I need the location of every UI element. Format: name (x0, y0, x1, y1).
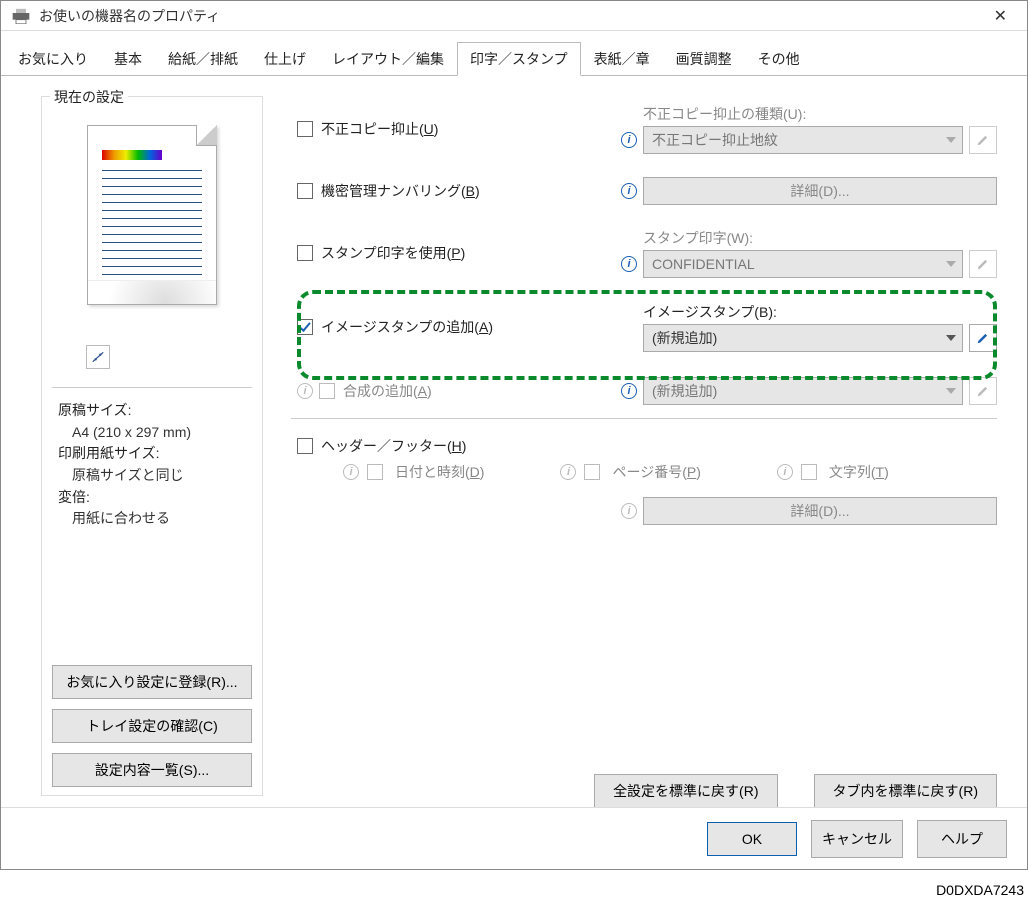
cancel-button[interactable]: キャンセル (811, 820, 903, 858)
unauth-copy-label: 不正コピー抑止(U) (321, 119, 438, 139)
tab-layout[interactable]: レイアウト／編集 (319, 42, 457, 76)
hf-page-checkbox (584, 464, 600, 480)
ok-button[interactable]: OK (707, 822, 797, 856)
tab-cover[interactable]: 表紙／章 (581, 42, 663, 76)
secure-numbering-checkbox[interactable] (297, 183, 313, 199)
dialog-footer: OK キャンセル ヘルプ (1, 807, 1027, 869)
stamp-edit-button (969, 250, 997, 278)
chevron-down-icon (946, 261, 956, 267)
unauth-type-select: 不正コピー抑止地紋 (643, 126, 963, 154)
image-stamp-label: イメージスタンプの追加(A) (321, 317, 493, 337)
current-settings-group: 現在の設定 原稿サイズ: A4 (210 x 297 mm) 印刷用紙サイ (41, 96, 263, 796)
register-favorite-button[interactable]: お気に入り設定に登録(R)... (52, 665, 252, 699)
tab-quality[interactable]: 画質調整 (663, 42, 745, 76)
stamp-print-checkbox[interactable] (297, 245, 313, 261)
info-icon[interactable]: i (621, 132, 637, 148)
reset-all-button[interactable]: 全設定を標準に戻す(R) (594, 774, 777, 808)
image-stamp-checkbox[interactable] (297, 319, 313, 335)
info-icon[interactable]: i (621, 383, 637, 399)
preview-toggle-button[interactable] (86, 345, 110, 369)
printer-properties-dialog: お使いの機器名のプロパティ ✕ お気に入り 基本 給紙／排紙 仕上げ レイアウト… (0, 0, 1028, 870)
page-preview (77, 125, 227, 335)
help-button[interactable]: ヘルプ (917, 820, 1007, 858)
hf-text-checkbox (801, 464, 817, 480)
title-bar: お使いの機器名のプロパティ ✕ (1, 1, 1027, 31)
header-footer-label: ヘッダー／フッター(H) (321, 436, 466, 456)
info-icon: i (621, 503, 637, 519)
chevron-down-icon (946, 335, 956, 341)
chevron-down-icon (946, 388, 956, 394)
tab-paper[interactable]: 給紙／排紙 (155, 42, 251, 76)
tab-other[interactable]: その他 (745, 42, 813, 76)
tab-panel: 現在の設定 原稿サイズ: A4 (210 x 297 mm) 印刷用紙サイ (1, 76, 1027, 828)
tab-favorites[interactable]: お気に入り (5, 42, 101, 76)
reset-tab-button[interactable]: タブ内を標準に戻す(R) (814, 774, 997, 808)
stamp-print-label: スタンプ印字を使用(P) (321, 243, 465, 263)
tab-strip: お気に入り 基本 給紙／排紙 仕上げ レイアウト／編集 印字／スタンプ 表紙／章… (1, 37, 1027, 76)
settings-summary: 原稿サイズ: A4 (210 x 297 mm) 印刷用紙サイズ: 原稿サイズと… (52, 400, 252, 530)
secure-detail-button: 詳細(D)... (643, 177, 997, 205)
info-icon: i (343, 464, 359, 480)
image-stamp-select[interactable]: (新規追加) (643, 324, 963, 352)
info-icon[interactable]: i (621, 256, 637, 272)
info-icon: i (297, 383, 313, 399)
unauth-edit-button (969, 126, 997, 154)
compose-checkbox (319, 383, 335, 399)
close-icon[interactable]: ✕ (984, 2, 1017, 30)
tab-stamp[interactable]: 印字／スタンプ (457, 42, 581, 76)
current-settings-label: 現在の設定 (50, 87, 128, 107)
tab-basic[interactable]: 基本 (101, 42, 155, 76)
header-footer-checkbox[interactable] (297, 438, 313, 454)
confirm-tray-button[interactable]: トレイ設定の確認(C) (52, 709, 252, 743)
printer-icon (11, 8, 31, 24)
compose-label: 合成の追加(A) (343, 381, 432, 401)
info-icon: i (777, 464, 793, 480)
window-title: お使いの機器名のプロパティ (39, 6, 220, 26)
compose-edit-button (969, 377, 997, 405)
info-icon: i (560, 464, 576, 480)
settings-list-button[interactable]: 設定内容一覧(S)... (52, 753, 252, 787)
hf-detail-button: 詳細(D)... (643, 497, 997, 525)
tab-finish[interactable]: 仕上げ (251, 42, 319, 76)
compose-select: (新規追加) (643, 377, 963, 405)
chevron-down-icon (946, 137, 956, 143)
secure-numbering-label: 機密管理ナンバリング(B) (321, 181, 480, 201)
unauth-copy-checkbox[interactable] (297, 121, 313, 137)
image-id-label: D0DXDA7243 (936, 882, 1024, 898)
image-stamp-edit-button[interactable] (969, 324, 997, 352)
stamp-select: CONFIDENTIAL (643, 250, 963, 278)
info-icon[interactable]: i (621, 183, 637, 199)
hf-date-checkbox (367, 464, 383, 480)
stamp-options-area: 不正コピー抑止(U) 不正コピー抑止の種類(U): i 不正コピー抑止地紋 (291, 104, 997, 808)
